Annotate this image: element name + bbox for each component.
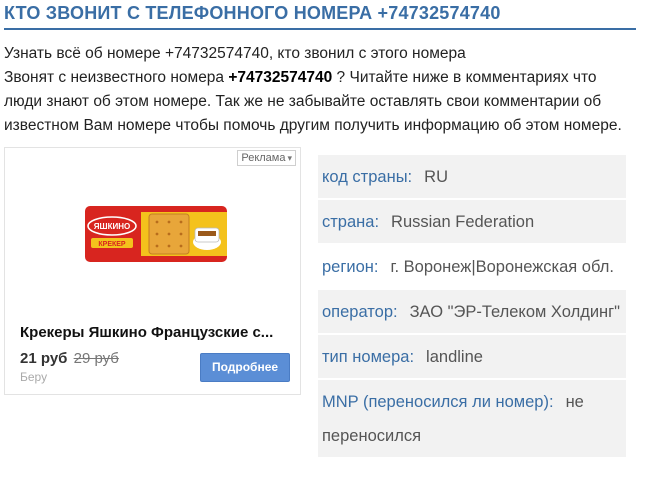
info-row-operator: оператор: ЗАО "ЭР-Телеком Холдинг" — [318, 290, 626, 335]
ad-details-button[interactable]: Подробнее — [200, 353, 290, 382]
ad-badge[interactable]: Реклама ▾ — [237, 150, 296, 166]
info-key: MNP (переносился ли номер): — [322, 393, 554, 411]
ad-store-name: Беру — [20, 370, 48, 384]
info-row-region: регион: г. Воронеж|Воронежская обл. — [318, 245, 626, 290]
package-brand: ЯШКИНО — [94, 222, 130, 231]
chevron-down-icon: ▾ — [287, 153, 292, 163]
info-row-country: страна: Russian Federation — [318, 200, 626, 245]
cracker-package-icon: ЯШКИНО КРЕКЕР — [85, 206, 227, 262]
ad-product-title[interactable]: Крекеры Яшкино Французские с... — [20, 324, 292, 341]
ad-old-price: 29 руб — [73, 350, 119, 367]
number-info-table: код страны: RU страна: Russian Federation … — [318, 155, 626, 459]
ad-block[interactable]: Реклама ▾ ЯШКИНО КРЕКЕР Крекеры Яшкино Фр… — [4, 147, 301, 395]
product-image[interactable]: ЯШКИНО КРЕКЕР — [83, 198, 229, 268]
ad-current-price: 21 руб — [20, 350, 68, 367]
package-text: КРЕКЕР — [98, 241, 126, 248]
info-value: Russian Federation — [391, 213, 535, 231]
intro-paragraph: Звонят с неизвестного номера +7473257474… — [4, 66, 634, 138]
info-value: landline — [426, 348, 483, 366]
intro-phone-number: +74732574740 — [228, 69, 333, 86]
intro-prefix: Звонят с неизвестного номера — [4, 69, 229, 86]
info-key: оператор: — [322, 303, 398, 321]
info-value: RU — [424, 168, 448, 186]
page-title: КТО ЗВОНИТ С ТЕЛЕФОННОГО НОМЕРА +7473257… — [4, 2, 636, 30]
ad-badge-label: Реклама — [241, 152, 286, 164]
info-key: регион: — [322, 258, 379, 276]
info-key: страна: — [322, 213, 380, 231]
ad-price: 21 руб 29 руб — [20, 350, 119, 367]
intro-line-1: Узнать всё об номере +74732574740, кто з… — [4, 45, 466, 62]
info-key: тип номера: — [322, 348, 415, 366]
intro-text: Узнать всё об номере +74732574740, кто з… — [4, 42, 634, 138]
info-value: ЗАО "ЭР-Телеком Холдинг" — [409, 303, 621, 321]
info-row-mnp: MNP (переносился ли номер): не переносилс… — [318, 380, 626, 459]
info-row-country-code: код страны: RU — [318, 155, 626, 200]
info-key: код страны: — [322, 168, 413, 186]
info-row-number-type: тип номера: landline — [318, 335, 626, 380]
info-value: г. Воронеж|Воронежская обл. — [390, 258, 614, 276]
